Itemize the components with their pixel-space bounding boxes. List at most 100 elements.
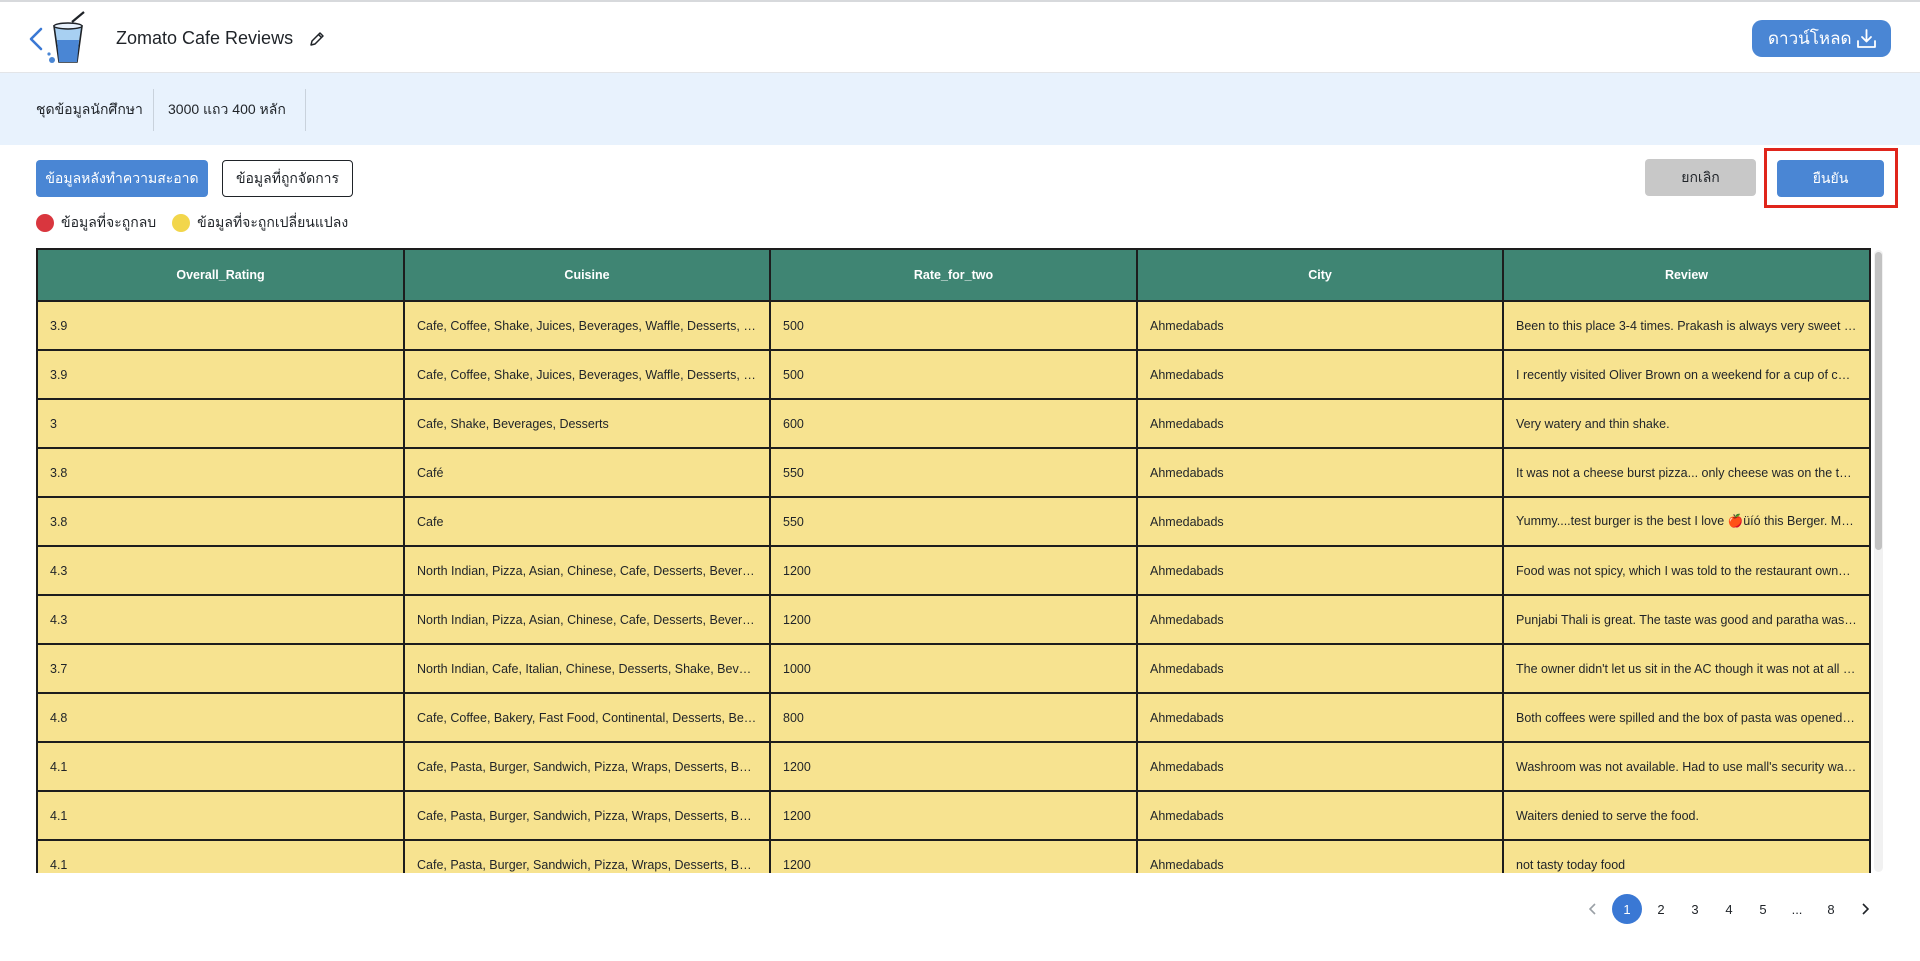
table-cell[interactable]: Cafe, Coffee, Shake, Juices, Beverages, … [403, 349, 771, 400]
table-cell[interactable]: Ahmedabads [1136, 545, 1504, 596]
table-row[interactable]: 4.1 Cafe, Pasta, Burger, Sandwich, Pizza,… [36, 741, 1871, 792]
cancel-button[interactable]: ยกเลิก [1645, 159, 1756, 196]
table-cell[interactable]: Cafe [403, 496, 771, 547]
pagination: 1 2 3 4 5... 8 [1578, 894, 1884, 924]
table-cell[interactable]: North Indian, Pizza, Asian, Chinese, Caf… [403, 545, 771, 596]
table-row[interactable]: 3.8 Cafe 550 Ahmedabads Yummy....test burger… [36, 496, 1871, 547]
table-cell[interactable]: Food was not spicy, which I was told to … [1502, 545, 1871, 596]
table-cell[interactable]: Both coffees were spilled and the box of… [1502, 692, 1871, 743]
table-cell[interactable]: Cafe, Coffee, Shake, Juices, Beverages, … [403, 300, 771, 351]
column-header[interactable]: City [1136, 248, 1504, 302]
table-cell[interactable]: Been to this place 3-4 times. Prakash is… [1502, 300, 1871, 351]
red-dot-icon [36, 214, 54, 232]
table-cell[interactable]: 4.1 [36, 790, 405, 841]
table-cell[interactable]: not tasty today food [1502, 839, 1871, 873]
cleaned-data-tab[interactable]: ข้อมูลหลังทำความสะอาด [36, 160, 208, 197]
table-cell[interactable]: 500 [769, 300, 1138, 351]
table-cell[interactable]: Cafe, Pasta, Burger, Sandwich, Pizza, Wr… [403, 741, 771, 792]
table-cell[interactable]: 1200 [769, 545, 1138, 596]
table-row[interactable]: 4.3 North Indian, Pizza, Asian, Chinese, … [36, 545, 1871, 596]
table-row[interactable]: 4.1 Cafe, Pasta, Burger, Sandwich, Pizza,… [36, 790, 1871, 841]
table-cell[interactable]: Punjabi Thali is great. The taste was go… [1502, 594, 1871, 645]
confirm-button[interactable]: ยืนยัน [1777, 160, 1884, 197]
column-header[interactable]: Rate_for_two [769, 248, 1138, 302]
managed-data-tab[interactable]: ข้อมูลที่ถูกจัดการ [222, 160, 353, 197]
table-cell[interactable]: Ahmedabads [1136, 349, 1504, 400]
table-cell[interactable]: 1200 [769, 790, 1138, 841]
table-row[interactable]: 3 Cafe, Shake, Beverages, Desserts 600 Ahme… [36, 398, 1871, 449]
table-cell[interactable]: Ahmedabads [1136, 741, 1504, 792]
page-number-button[interactable]: 4 [1714, 894, 1744, 924]
legend-deleted-label: ข้อมูลที่จะถูกลบ [61, 214, 157, 230]
table-cell[interactable]: Washroom was not available. Had to use m… [1502, 741, 1871, 792]
table-cell[interactable]: 4.1 [36, 741, 405, 792]
table-cell[interactable]: Cafe, Pasta, Burger, Sandwich, Pizza, Wr… [403, 790, 771, 841]
table-cell[interactable]: 3.8 [36, 496, 405, 547]
table-cell[interactable]: Ahmedabads [1136, 447, 1504, 498]
table-cell[interactable]: 800 [769, 692, 1138, 743]
table-cell[interactable]: 1200 [769, 741, 1138, 792]
table-cell[interactable]: 4.1 [36, 839, 405, 873]
table-cell[interactable]: Cafe, Coffee, Bakery, Fast Food, Contine… [403, 692, 771, 743]
table-cell[interactable]: 1200 [769, 594, 1138, 645]
table-row[interactable]: 3.7 North Indian, Cafe, Italian, Chinese,… [36, 643, 1871, 694]
table-row[interactable]: 3.9 Cafe, Coffee, Shake, Juices, Beverage… [36, 349, 1871, 400]
table-cell[interactable]: 500 [769, 349, 1138, 400]
table-cell[interactable]: 550 [769, 447, 1138, 498]
table-cell[interactable]: Ahmedabads [1136, 398, 1504, 449]
table-cell[interactable]: 3.7 [36, 643, 405, 694]
table-row[interactable]: 4.8 Cafe, Coffee, Bakery, Fast Food, Cont… [36, 692, 1871, 743]
column-header[interactable]: Review [1502, 248, 1871, 302]
table-cell[interactable]: North Indian, Pizza, Asian, Chinese, Caf… [403, 594, 771, 645]
table-cell[interactable]: 3.9 [36, 300, 405, 351]
download-button[interactable]: ดาวน์โหลด [1752, 20, 1891, 57]
table-cell[interactable]: Ahmedabads [1136, 496, 1504, 547]
table-cell[interactable]: Ahmedabads [1136, 692, 1504, 743]
table-row[interactable]: 3.8 Café 550 Ahmedabads It was not a cheese … [36, 447, 1871, 498]
page-number-button[interactable]: 8 [1816, 894, 1846, 924]
table-cell[interactable]: 550 [769, 496, 1138, 547]
column-header[interactable]: Overall_Rating [36, 248, 405, 302]
table-cell[interactable]: Yummy....test burger is the best I love … [1502, 496, 1871, 547]
table-cell[interactable]: 4.3 [36, 545, 405, 596]
page-number-button[interactable]: 5 [1748, 894, 1778, 924]
table-cell[interactable]: Ahmedabads [1136, 643, 1504, 694]
table-cell[interactable]: 600 [769, 398, 1138, 449]
table-cell[interactable]: Ahmedabads [1136, 839, 1504, 873]
chevron-right-icon [1862, 903, 1869, 915]
table-cell[interactable]: Waiters denied to serve the food. [1502, 790, 1871, 841]
page-number-button[interactable]: 3 [1680, 894, 1710, 924]
table-cell[interactable]: Ahmedabads [1136, 790, 1504, 841]
table-cell[interactable]: 3.8 [36, 447, 405, 498]
table-cell[interactable]: Very watery and thin shake. [1502, 398, 1871, 449]
download-label: ดาวน์โหลด [1768, 29, 1852, 48]
table-cell[interactable]: Cafe, Pasta, Burger, Sandwich, Pizza, Wr… [403, 839, 771, 873]
table-cell[interactable]: Ahmedabads [1136, 300, 1504, 351]
table-cell[interactable]: The owner didn't let us sit in the AC th… [1502, 643, 1871, 694]
legend-item-deleted: ข้อมูลที่จะถูกลบ [36, 212, 156, 234]
table-cell[interactable]: It was not a cheese burst pizza... only … [1502, 447, 1871, 498]
table-cell[interactable]: 3 [36, 398, 405, 449]
table-cell[interactable]: Ahmedabads [1136, 594, 1504, 645]
table-cell[interactable]: I recently visited Oliver Brown on a wee… [1502, 349, 1871, 400]
table-cell[interactable]: 3.9 [36, 349, 405, 400]
table-cell[interactable]: Cafe, Shake, Beverages, Desserts [403, 398, 771, 449]
pencil-icon[interactable] [308, 30, 326, 48]
table-row[interactable]: 3.9 Cafe, Coffee, Shake, Juices, Beverage… [36, 300, 1871, 351]
table-cell[interactable]: 4.8 [36, 692, 405, 743]
page-number-button[interactable]: 2 [1646, 894, 1676, 924]
scrollbar-thumb[interactable] [1875, 252, 1882, 550]
next-page-button[interactable] [1850, 894, 1880, 924]
prev-page-button[interactable] [1578, 894, 1608, 924]
table-row[interactable]: 4.3 North Indian, Pizza, Asian, Chinese, … [36, 594, 1871, 645]
column-header[interactable]: Cuisine [403, 248, 771, 302]
table-cell[interactable]: Café [403, 447, 771, 498]
dataset-label: ชุดข้อมูลนักศึกษา [36, 101, 143, 117]
table-cell[interactable]: North Indian, Cafe, Italian, Chinese, De… [403, 643, 771, 694]
page-number-button[interactable]: 1 [1612, 894, 1642, 924]
data-table-container[interactable]: Overall_Rating Cuisine Rate_for_two City… [36, 248, 1884, 873]
table-cell[interactable]: 1000 [769, 643, 1138, 694]
table-cell[interactable]: 4.3 [36, 594, 405, 645]
table-row[interactable]: 4.1 Cafe, Pasta, Burger, Sandwich, Pizza,… [36, 839, 1871, 873]
table-cell[interactable]: 1200 [769, 839, 1138, 873]
